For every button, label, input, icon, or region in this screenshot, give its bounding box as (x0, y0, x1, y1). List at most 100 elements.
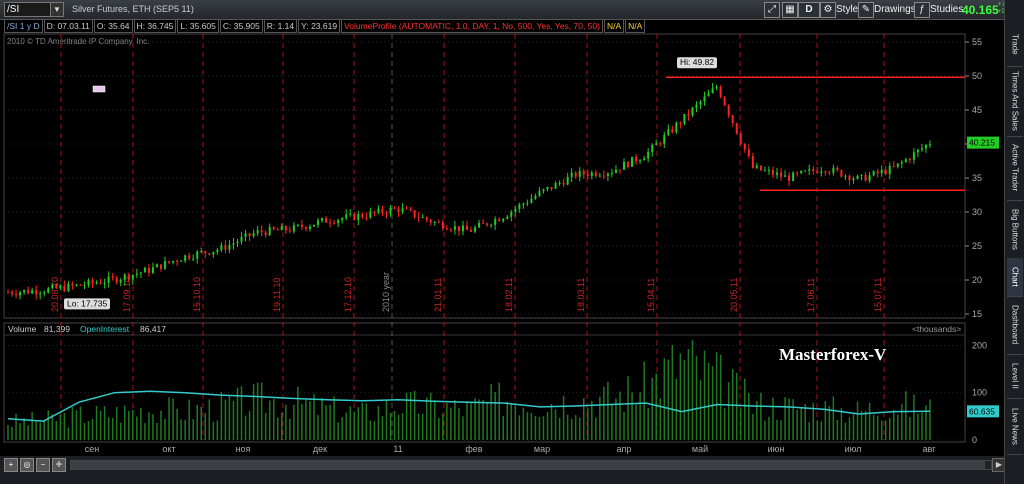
price-candle (478, 222, 481, 228)
price-candle (421, 217, 424, 219)
price-candle (868, 175, 871, 181)
price-candle (357, 214, 360, 220)
price-candle (498, 219, 501, 222)
price-candle (409, 208, 412, 211)
price-candle (691, 107, 694, 116)
price-candle (321, 218, 324, 221)
zoom-in-icon[interactable]: + (4, 458, 18, 472)
expiration-date-label: 20.05.11 (729, 278, 739, 312)
price-candle (220, 245, 223, 250)
month-label: окт (162, 444, 175, 454)
price-candle (23, 290, 26, 293)
price-candle (236, 241, 239, 244)
price-candle (482, 222, 485, 224)
zoom-out-icon[interactable]: − (36, 458, 50, 472)
price-candle (123, 274, 126, 280)
price-candle (582, 170, 585, 175)
price-candle (377, 208, 380, 213)
open-interest-line (7, 390, 931, 422)
price-candle (844, 175, 847, 177)
price-candle (884, 169, 887, 174)
tab-trade[interactable]: Trade (1007, 22, 1023, 67)
price-candle (308, 226, 311, 229)
price-candle (465, 225, 468, 230)
price-candle (618, 169, 621, 171)
tab-level-ii[interactable]: Level II (1007, 354, 1023, 399)
price-candle (248, 233, 251, 236)
tab-chart[interactable]: Chart (1007, 258, 1023, 297)
tab-active-trader[interactable]: Active Trader (1007, 136, 1023, 201)
price-candle (184, 255, 187, 261)
price-candle (449, 229, 452, 231)
price-candle (43, 292, 46, 294)
price-candle (63, 285, 66, 291)
price-candle (900, 161, 903, 164)
price-candle (594, 172, 597, 176)
zoom-reset-icon[interactable]: ◎ (20, 458, 34, 472)
scroll-thumb[interactable] (71, 461, 985, 469)
tab-big-buttons[interactable]: Big Buttons (1007, 200, 1023, 259)
price-candle (159, 264, 162, 269)
price-candle (317, 220, 320, 225)
price-tick-label: 50 (972, 71, 982, 81)
price-candle (192, 258, 195, 260)
price-candle (389, 208, 392, 214)
price-chart[interactable]: 55504540353025201520.08.1017.09.1015.10.… (0, 0, 1004, 456)
price-candle (832, 167, 835, 173)
cursor-icon[interactable]: ✛ (52, 458, 66, 472)
month-label: июн (768, 444, 785, 454)
price-candle (276, 229, 279, 231)
price-candle (639, 160, 642, 162)
price-candle (59, 285, 62, 289)
price-candle (19, 292, 22, 296)
price-candle (751, 156, 754, 168)
month-label: май (692, 444, 708, 454)
price-candle (272, 227, 275, 230)
expiration-date-label: 19.11.10 (272, 278, 282, 312)
price-candle (828, 172, 831, 174)
price-candle (417, 217, 420, 219)
price-candle (824, 171, 827, 173)
price-candle (164, 261, 167, 269)
price-candle (151, 267, 154, 273)
price-candle (574, 172, 577, 177)
price-candle (763, 170, 766, 172)
month-label: июл (845, 444, 862, 454)
price-candle (687, 114, 690, 116)
price-candle (490, 224, 493, 226)
price-candle (771, 170, 774, 175)
volume-tick-label: 200 (972, 340, 987, 350)
price-candle (79, 284, 82, 286)
tab-dashboard[interactable]: Dashboard (1007, 296, 1023, 355)
price-candle (655, 143, 658, 145)
volume-label: Volume (8, 324, 37, 334)
horizontal-scrollbar[interactable] (70, 460, 992, 470)
price-candle (506, 216, 509, 219)
price-candle (268, 227, 271, 236)
price-candle (739, 133, 742, 144)
price-candle (47, 288, 50, 293)
month-label: фев (465, 444, 482, 454)
price-candle (216, 249, 219, 252)
price-tick-label: 45 (972, 105, 982, 115)
price-candle (731, 115, 734, 124)
price-candle (127, 274, 130, 280)
volume-tick-label: 100 (972, 388, 987, 398)
tab-times-and-sales[interactable]: Times And Sales (1007, 66, 1023, 137)
price-candle (111, 276, 114, 278)
price-candle (188, 255, 191, 259)
price-candle (767, 170, 770, 172)
price-candle (643, 158, 646, 161)
price-candle (610, 172, 613, 174)
price-candle (361, 214, 364, 218)
tab-live-news[interactable]: Live News (1007, 398, 1023, 455)
price-candle (759, 165, 762, 171)
price-candle (429, 219, 432, 223)
month-label: дек (313, 444, 327, 454)
price-candle (546, 186, 549, 190)
current-price-label: 40.215 (969, 138, 995, 148)
price-candle (651, 144, 654, 152)
price-candle (232, 243, 235, 245)
price-candle (856, 175, 859, 179)
price-candle (196, 251, 199, 259)
